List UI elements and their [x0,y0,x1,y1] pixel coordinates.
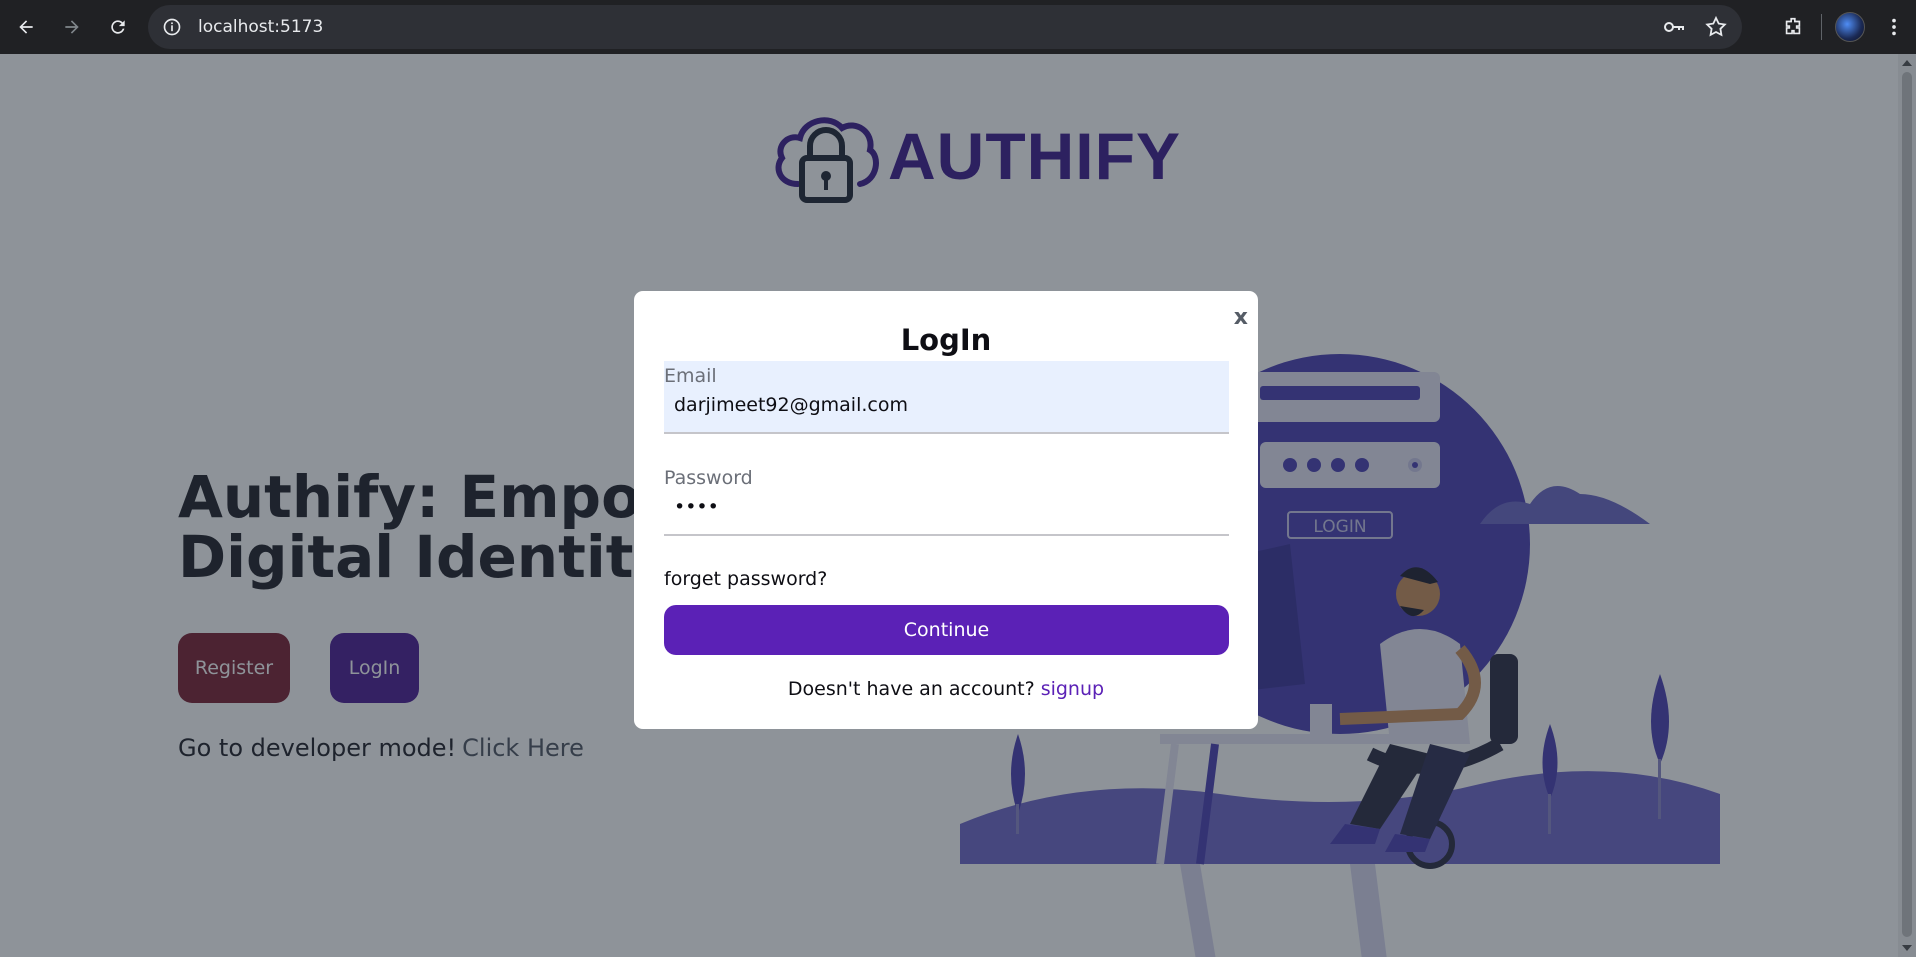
site-info-icon[interactable] [160,15,184,39]
signup-link[interactable]: signup [1041,678,1104,700]
forget-password-link[interactable]: forget password? [664,568,827,590]
continue-button[interactable]: Continue [664,605,1229,655]
login-modal: x LogIn Email Password •••• forget passw… [634,291,1258,729]
signup-line: Doesn't have an account? signup [634,678,1258,700]
more-menu-icon[interactable] [1872,5,1916,49]
modal-title: LogIn [900,323,992,357]
address-bar[interactable]: localhost:5173 [148,5,1742,49]
password-label: Password [664,467,753,489]
forward-icon[interactable] [50,5,94,49]
back-icon[interactable] [4,5,48,49]
signup-prompt: Doesn't have an account? [787,678,1035,700]
email-field[interactable]: Email [664,361,1229,434]
reload-icon[interactable] [96,5,140,49]
browser-toolbar: localhost:5173 [0,0,1916,54]
url-text[interactable]: localhost:5173 [198,17,323,37]
password-input[interactable]: •••• [674,496,1214,518]
toolbar-divider [1821,14,1822,40]
email-input[interactable] [674,394,1214,416]
profile-avatar[interactable] [1828,5,1872,49]
email-label: Email [664,365,717,387]
password-field[interactable]: Password •••• [664,463,1229,536]
extensions-icon[interactable] [1771,5,1815,49]
password-key-icon[interactable] [1662,15,1686,43]
bookmark-star-icon[interactable] [1704,15,1728,43]
